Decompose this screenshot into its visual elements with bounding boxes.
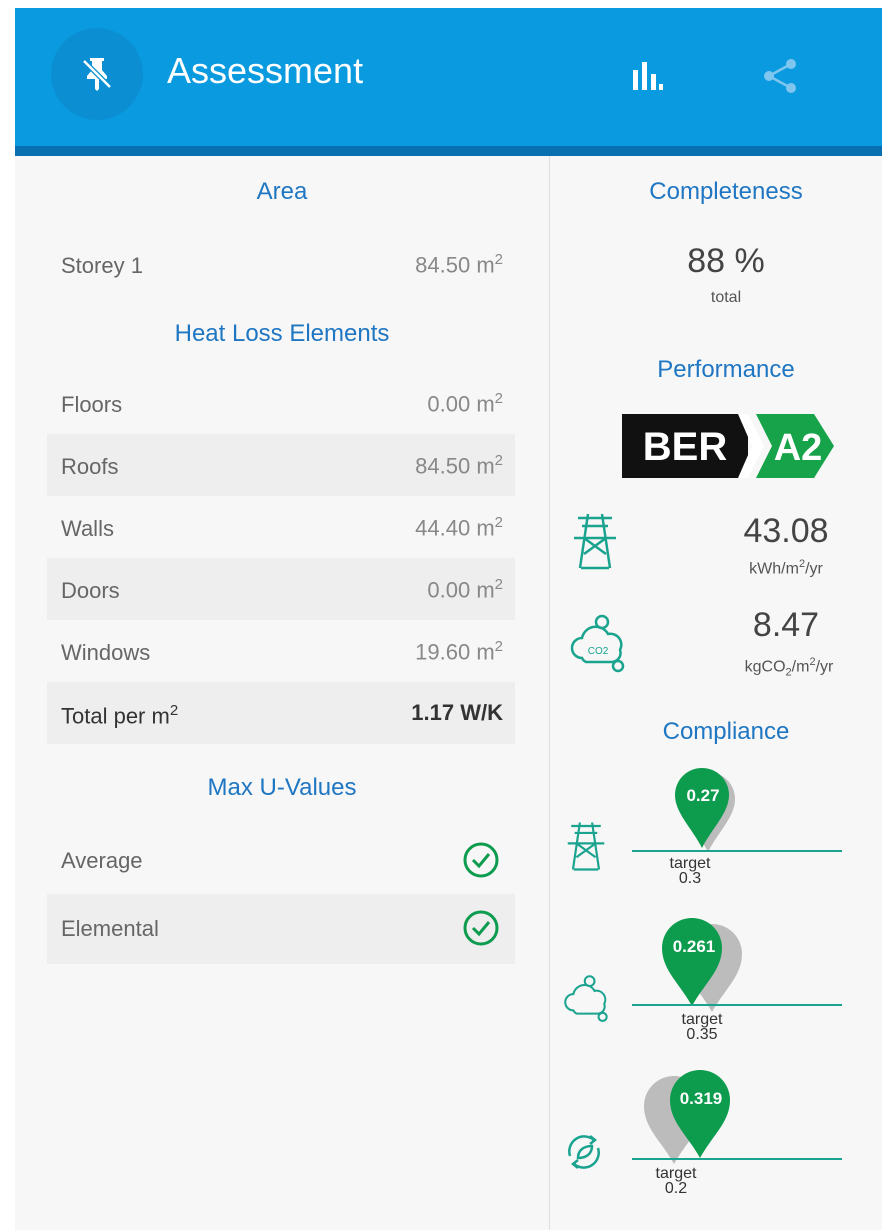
share-button[interactable]: [761, 56, 801, 96]
row-label: Total per m2: [61, 702, 179, 729]
compliance-value-co2: 0.261: [672, 937, 716, 956]
heat-loss-row-roofs: Roofs 84.50 m2: [47, 434, 515, 496]
row-label: Average: [61, 848, 143, 873]
chart-button[interactable]: [627, 56, 667, 96]
completeness-sub: total: [710, 289, 742, 306]
heat-loss-row-walls: Walls 44.40 m2: [47, 496, 515, 558]
heat-loss-row-total: Total per m2 1.17 W/K: [47, 682, 515, 744]
app-header: Assessment: [15, 8, 882, 146]
row-label: Elemental: [61, 916, 159, 941]
renewable-leaf-icon: [568, 1135, 600, 1169]
unpin-icon: [82, 58, 112, 91]
ber-badge: BER A2: [622, 414, 834, 478]
row-value: 84.50 m2: [415, 452, 503, 479]
row-value: 0.00 m2: [427, 390, 503, 417]
compliance-pin-renewable: [644, 1070, 730, 1164]
app-frame: Assessment Area Storey 1 84.50 m2 Heat L…: [15, 8, 882, 1230]
row-label: Roofs: [61, 454, 119, 479]
bar-chart-icon: [633, 62, 663, 90]
pin-button[interactable]: [51, 28, 143, 120]
check-circle-icon: [463, 842, 499, 878]
compliance-value-energy: 0.27: [686, 786, 720, 805]
heat-loss-row-windows: Windows 19.60 m2: [47, 620, 515, 682]
svg-text:CO2: CO2: [588, 646, 609, 657]
row-label: Doors: [61, 578, 120, 603]
check-circle-icon: [463, 910, 499, 946]
co2-cloud-icon: CO2: [570, 614, 625, 673]
power-pylon-icon: [574, 513, 616, 570]
max-u-row-elemental: Elemental: [47, 894, 515, 964]
row-value: 44.40 m2: [415, 514, 503, 541]
max-u-values-heading: Max U-Values: [207, 774, 357, 801]
co2-unit: kgCO2/m2/yr: [744, 656, 834, 679]
target-line: [632, 850, 842, 852]
target-line: [632, 1004, 842, 1006]
row-label: Windows: [61, 640, 151, 665]
compliance-heading: Compliance: [662, 718, 790, 745]
target-line: [632, 1158, 842, 1160]
share-icon: [764, 59, 796, 93]
completeness-value: 88 %: [687, 242, 765, 280]
compliance-pin-energy: [675, 768, 735, 852]
heat-loss-heading: Heat Loss Elements: [174, 320, 390, 347]
row-label: Walls: [61, 516, 114, 541]
row-label: Floors: [61, 392, 123, 417]
row-value: 1.17 W/K: [411, 700, 503, 725]
right-panel: Completeness 88 % total Performance BER …: [550, 156, 882, 1230]
co2-value: 8.47: [752, 606, 820, 644]
compliance-target-renewable: target 0.2: [655, 1165, 697, 1197]
compliance-target-energy: target 0.3: [669, 855, 711, 887]
max-u-row-average: Average: [47, 826, 515, 894]
energy-value: 43.08: [743, 512, 829, 550]
co2-cloud-icon: [564, 975, 608, 1022]
area-row-storey-1: Storey 1 84.50 m2: [47, 233, 515, 295]
compliance-target-co2: target 0.35: [681, 1011, 723, 1043]
power-pylon-icon: [567, 822, 605, 871]
left-panel: Area Storey 1 84.50 m2 Heat Loss Element…: [15, 156, 549, 1230]
row-value: 84.50 m2: [415, 251, 503, 278]
completeness-heading: Completeness: [649, 178, 803, 205]
compliance-value-renewable: 0.319: [679, 1089, 723, 1108]
performance-heading: Performance: [657, 356, 795, 383]
area-heading: Area: [256, 178, 308, 205]
energy-unit: kWh/m2/yr: [749, 558, 823, 578]
row-value: 19.60 m2: [415, 638, 503, 665]
heat-loss-row-doors: Doors 0.00 m2: [47, 558, 515, 620]
header-strip: [15, 146, 882, 156]
row-value: 0.00 m2: [427, 576, 503, 603]
app-title: Assessment: [167, 50, 364, 91]
row-label: Storey 1: [61, 253, 143, 278]
ber-rating: A2: [774, 427, 823, 469]
heat-loss-row-floors: Floors 0.00 m2: [47, 372, 515, 434]
compliance-pin-co2: [662, 918, 742, 1012]
ber-label: BER: [643, 425, 728, 469]
